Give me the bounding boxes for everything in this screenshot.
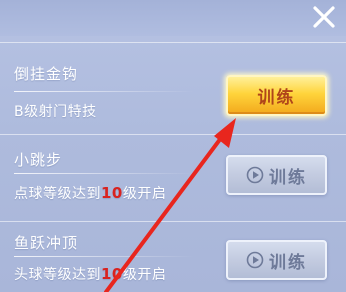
skill-name: 倒挂金钩 [14,65,79,83]
divider [14,256,194,257]
skill-unlock-condition: 头球等级达到10级开启 [14,264,166,284]
required-level: 10 [101,265,123,283]
condition-prefix: 头球等级达到 [14,267,101,283]
skill-unlock-condition: 点球等级达到10级开启 [14,183,166,203]
divider [14,91,194,92]
condition-prefix: 点球等级达到 [14,186,101,202]
skill-name: 鱼跃冲顶 [14,234,79,252]
skill-description: B级射门特技 [14,104,97,120]
train-button-2[interactable]: 训练 [226,155,327,195]
skill-name: 小跳步 [14,151,63,169]
train-button-1[interactable]: 训练 [226,75,327,116]
play-icon [246,166,264,184]
top-bar [0,0,346,36]
train-button-label: 训练 [269,167,307,188]
condition-suffix: 级开启 [122,186,167,202]
condition-suffix: 级开启 [122,267,167,283]
required-level: 10 [101,184,123,202]
train-button-3[interactable]: 训练 [226,240,327,280]
play-icon [246,251,264,269]
divider [14,173,194,174]
train-button-label: 训练 [257,88,296,108]
train-button-label: 训练 [269,252,307,273]
close-icon[interactable] [310,4,338,30]
